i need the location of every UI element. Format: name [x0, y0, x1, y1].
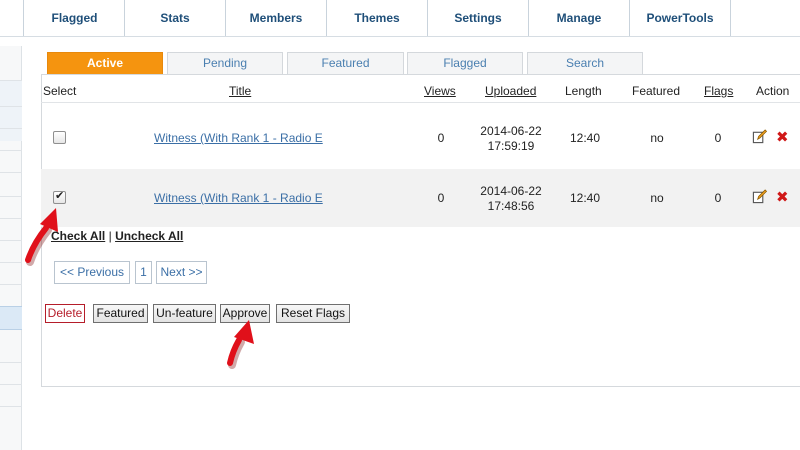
red-arrow-icon: [227, 320, 254, 369]
sidebar-divider: [0, 150, 22, 151]
uploaded-date: 2014-06-22: [480, 124, 542, 138]
check-links: Check All | Uncheck All: [51, 229, 183, 243]
nav-item-members[interactable]: Members: [226, 0, 327, 36]
top-nav: Flagged Stats Members Themes Settings Ma…: [0, 0, 800, 37]
sidebar-divider: [0, 196, 22, 197]
tab-search[interactable]: Search: [527, 52, 643, 74]
tab-featured[interactable]: Featured: [287, 52, 404, 74]
sidebar-divider: [0, 284, 22, 285]
video-title-link[interactable]: Witness (With Rank 1 - Radio E: [154, 191, 323, 205]
header-action: Action: [756, 84, 790, 98]
page-number-button[interactable]: 1: [135, 261, 152, 284]
video-title-link[interactable]: Witness (With Rank 1 - Radio E: [154, 131, 323, 145]
nav-item-manage[interactable]: Manage: [529, 0, 630, 36]
header-select: Select: [43, 84, 77, 98]
sidebar-divider: [0, 106, 22, 107]
red-arrow-icon: [25, 208, 58, 266]
header-divider: [41, 102, 800, 103]
header-uploaded[interactable]: Uploaded: [485, 84, 536, 98]
featured-button[interactable]: Featured: [93, 304, 148, 323]
reset-flags-button[interactable]: Reset Flags: [276, 304, 350, 323]
uploaded-time: 17:59:19: [487, 139, 535, 153]
header-flags[interactable]: Flags: [704, 84, 733, 98]
delete-button[interactable]: Delete: [45, 304, 85, 323]
edit-icon[interactable]: [752, 129, 767, 144]
check-links-separator: |: [108, 229, 112, 243]
flags-count: 0: [714, 131, 722, 145]
sidebar-divider: [0, 172, 22, 173]
uploaded-date: 2014-06-22: [480, 184, 542, 198]
featured-status: no: [650, 191, 664, 205]
featured-status: no: [650, 131, 664, 145]
nav-item-themes[interactable]: Themes: [327, 0, 428, 36]
uploaded-time: 17:48:56: [487, 199, 535, 213]
delete-icon[interactable]: ✖: [776, 130, 790, 145]
video-length: 12:40: [569, 191, 601, 205]
sidebar-item-active[interactable]: [0, 306, 22, 330]
delete-icon[interactable]: ✖: [776, 190, 790, 205]
nav-item-stats[interactable]: Stats: [125, 0, 226, 36]
sidebar-item[interactable]: [0, 81, 22, 141]
sidebar-divider: [0, 240, 22, 241]
unfeature-button[interactable]: Un-feature: [153, 304, 216, 323]
header-length: Length: [565, 84, 602, 98]
tab-active[interactable]: Active: [47, 52, 163, 74]
sidebar-divider: [0, 128, 22, 129]
sidebar-divider: [0, 384, 22, 385]
nav-item-powertools[interactable]: PowerTools: [630, 0, 731, 36]
sidebar-divider: [0, 406, 22, 407]
header-featured: Featured: [632, 84, 681, 98]
flags-count: 0: [714, 191, 722, 205]
nav-lead-spacer: [0, 0, 24, 36]
table-row: Witness (With Rank 1 - Radio E 0 2014-06…: [41, 109, 800, 167]
nav-item-flagged[interactable]: Flagged: [25, 0, 125, 36]
left-sidebar: [0, 46, 22, 450]
sidebar-divider: [0, 218, 22, 219]
views-count: 0: [437, 191, 445, 205]
tab-pending[interactable]: Pending: [167, 52, 283, 74]
header-views[interactable]: Views: [424, 84, 456, 98]
nav-item-settings[interactable]: Settings: [428, 0, 529, 36]
table-row: Witness (With Rank 1 - Radio E 0 2014-06…: [41, 169, 800, 227]
video-length: 12:40: [569, 131, 601, 145]
header-title[interactable]: Title: [229, 84, 251, 98]
row-select-checkbox[interactable]: [53, 131, 66, 144]
tab-flagged[interactable]: Flagged: [407, 52, 523, 74]
next-page-button[interactable]: Next >>: [156, 261, 207, 284]
edit-icon[interactable]: [752, 189, 767, 204]
sidebar-divider: [0, 262, 22, 263]
views-count: 0: [437, 131, 445, 145]
previous-page-button[interactable]: << Previous: [54, 261, 130, 284]
uncheck-all-link[interactable]: Uncheck All: [115, 229, 183, 243]
sidebar-divider: [0, 362, 22, 363]
